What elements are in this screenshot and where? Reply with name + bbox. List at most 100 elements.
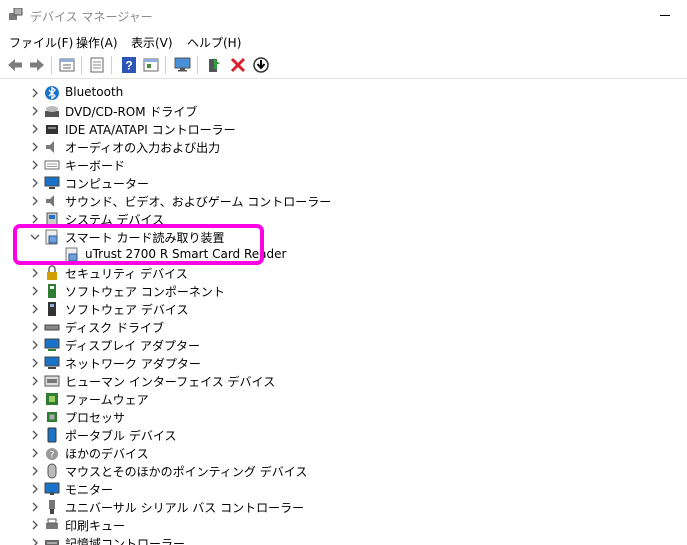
speaker-icon — [46, 195, 54, 207]
tree-item-label: キーボード — [65, 159, 126, 173]
chevron-right-icon[interactable] — [29, 303, 41, 315]
hid-icon — [44, 375, 60, 387]
tree-item-label: ほかのデバイス — [65, 447, 149, 461]
chevron-right-icon[interactable] — [29, 483, 41, 495]
firmware-icon — [46, 393, 58, 405]
toolbar-separator — [111, 56, 112, 74]
disk-drive-icon — [44, 324, 60, 331]
tree-item-label: セキュリティ デバイス — [65, 267, 188, 281]
tree-item-label: ソフトウェア デバイス — [65, 303, 189, 317]
tree-item[interactable]: プロセッサ — [0, 408, 687, 426]
tree-item[interactable]: サウンド、ビデオ、およびゲーム コントローラー — [0, 192, 687, 210]
tree-item-label: プロセッサ — [65, 411, 126, 425]
chevron-right-icon[interactable] — [29, 339, 41, 351]
tree-item[interactable]: モニター — [0, 480, 687, 498]
computer-icon — [44, 176, 60, 189]
usb-icon — [49, 500, 55, 514]
toolbar-separator — [81, 56, 82, 74]
tree-item[interactable]: キーボード — [0, 156, 687, 174]
storage-controller-icon — [45, 540, 59, 545]
tree-item-label: マウスとそのほかのポインティング デバイス — [65, 465, 308, 479]
chevron-right-icon[interactable] — [29, 177, 41, 189]
tree-item-label: ネットワーク アダプター — [65, 357, 201, 371]
tree-item-label: ディスプレイ アダプター — [65, 339, 200, 353]
tree-item[interactable]: Bluetooth — [0, 84, 687, 102]
tree-item[interactable]: 記憶域コントローラー — [0, 534, 687, 545]
tree-item-label: モニター — [65, 483, 114, 497]
tree-item[interactable]: IDE ATA/ATAPI コントローラー — [0, 120, 687, 138]
chevron-right-icon[interactable] — [29, 447, 41, 459]
tree-item[interactable]: ディスク ドライブ — [0, 318, 687, 336]
uninstall-icon[interactable] — [229, 56, 247, 74]
tree-item[interactable]: オーディオの入力および出力 — [0, 138, 687, 156]
chevron-right-icon[interactable] — [29, 375, 41, 387]
tree-item[interactable]: コンピューター — [0, 174, 687, 192]
forward-icon[interactable] — [28, 56, 46, 74]
tree-item[interactable]: ポータブル デバイス — [0, 426, 687, 444]
tree-item-label: ディスク ドライブ — [65, 321, 164, 335]
update-list-icon[interactable] — [88, 56, 106, 74]
tree-item[interactable]: DVD/CD-ROM ドライブ — [0, 102, 687, 120]
tree-item-label: 記憶域コントローラー — [65, 537, 186, 545]
chevron-right-icon[interactable] — [29, 87, 41, 99]
chevron-right-icon[interactable] — [29, 141, 41, 153]
chevron-right-icon[interactable] — [29, 411, 41, 423]
tree-item[interactable]: ユニバーサル シリアル バス コントローラー — [0, 498, 687, 516]
properties-icon[interactable] — [58, 56, 76, 74]
menu-help[interactable]: ヘルプ(H) — [187, 34, 241, 51]
tree-item-label: Bluetooth — [65, 85, 124, 99]
tree-item[interactable]: ヒューマン インターフェイス デバイス — [0, 372, 687, 390]
tree-item[interactable]: ソフトウェア デバイス — [0, 300, 687, 318]
monitor-scan-icon[interactable] — [174, 56, 192, 74]
dvd-drive-icon — [45, 106, 59, 117]
tree-item-label: サウンド、ビデオ、およびゲーム コントローラー — [65, 195, 332, 209]
display-adapter-icon — [44, 338, 60, 351]
monitor-icon — [44, 482, 60, 495]
tree-item[interactable]: ? ほかのデバイス — [0, 444, 687, 462]
properties-sheet-icon[interactable] — [142, 56, 160, 74]
chevron-right-icon[interactable] — [29, 285, 41, 297]
svg-text:?: ? — [50, 451, 55, 461]
update-driver-icon[interactable] — [205, 56, 223, 74]
title-bar: デバイス マネージャー — [0, 0, 687, 32]
chevron-right-icon[interactable] — [29, 105, 41, 117]
processor-icon — [47, 412, 57, 422]
tree-item[interactable]: 印刷キュー — [0, 516, 687, 534]
tree-item-label: 印刷キュー — [65, 519, 126, 533]
toolbar-separator — [51, 56, 52, 74]
menu-action[interactable]: 操作(A) — [76, 34, 118, 51]
chevron-right-icon[interactable] — [29, 357, 41, 369]
menu-file[interactable]: ファイル(F) — [9, 34, 73, 51]
chevron-right-icon[interactable] — [29, 519, 41, 531]
print-queue-icon — [46, 518, 58, 529]
menu-view[interactable]: 表示(V) — [131, 34, 173, 51]
tree-item[interactable]: ソフトウェア コンポーネント — [0, 282, 687, 300]
security-device-icon — [47, 265, 57, 280]
chevron-right-icon[interactable] — [29, 159, 41, 171]
tree-item[interactable]: セキュリティ デバイス — [0, 264, 687, 282]
software-device-icon — [48, 302, 56, 316]
help-icon[interactable]: ? — [120, 56, 138, 74]
network-adapter-icon — [44, 356, 60, 369]
chevron-right-icon[interactable] — [29, 267, 41, 279]
chevron-right-icon[interactable] — [29, 195, 41, 207]
chevron-right-icon[interactable] — [29, 429, 41, 441]
tree-item[interactable]: ディスプレイ アダプター — [0, 336, 687, 354]
tree-item-label: ユニバーサル シリアル バス コントローラー — [65, 501, 305, 515]
keyboard-icon — [44, 160, 60, 170]
chevron-right-icon[interactable] — [29, 501, 41, 513]
software-component-icon — [48, 284, 56, 298]
tree-item[interactable]: マウスとそのほかのポインティング デバイス — [0, 462, 687, 480]
tree-item-label: オーディオの入力および出力 — [65, 141, 221, 155]
chevron-right-icon[interactable] — [29, 123, 41, 135]
chevron-right-icon[interactable] — [29, 465, 41, 477]
tree-item[interactable]: ネットワーク アダプター — [0, 354, 687, 372]
tree-item[interactable]: ファームウェア — [0, 390, 687, 408]
toolbar-separator — [197, 56, 198, 74]
chevron-right-icon[interactable] — [29, 537, 41, 545]
chevron-right-icon[interactable] — [29, 321, 41, 333]
download-icon[interactable] — [252, 56, 270, 74]
minimize-button[interactable] — [660, 15, 670, 16]
back-icon[interactable] — [6, 56, 24, 74]
chevron-right-icon[interactable] — [29, 393, 41, 405]
